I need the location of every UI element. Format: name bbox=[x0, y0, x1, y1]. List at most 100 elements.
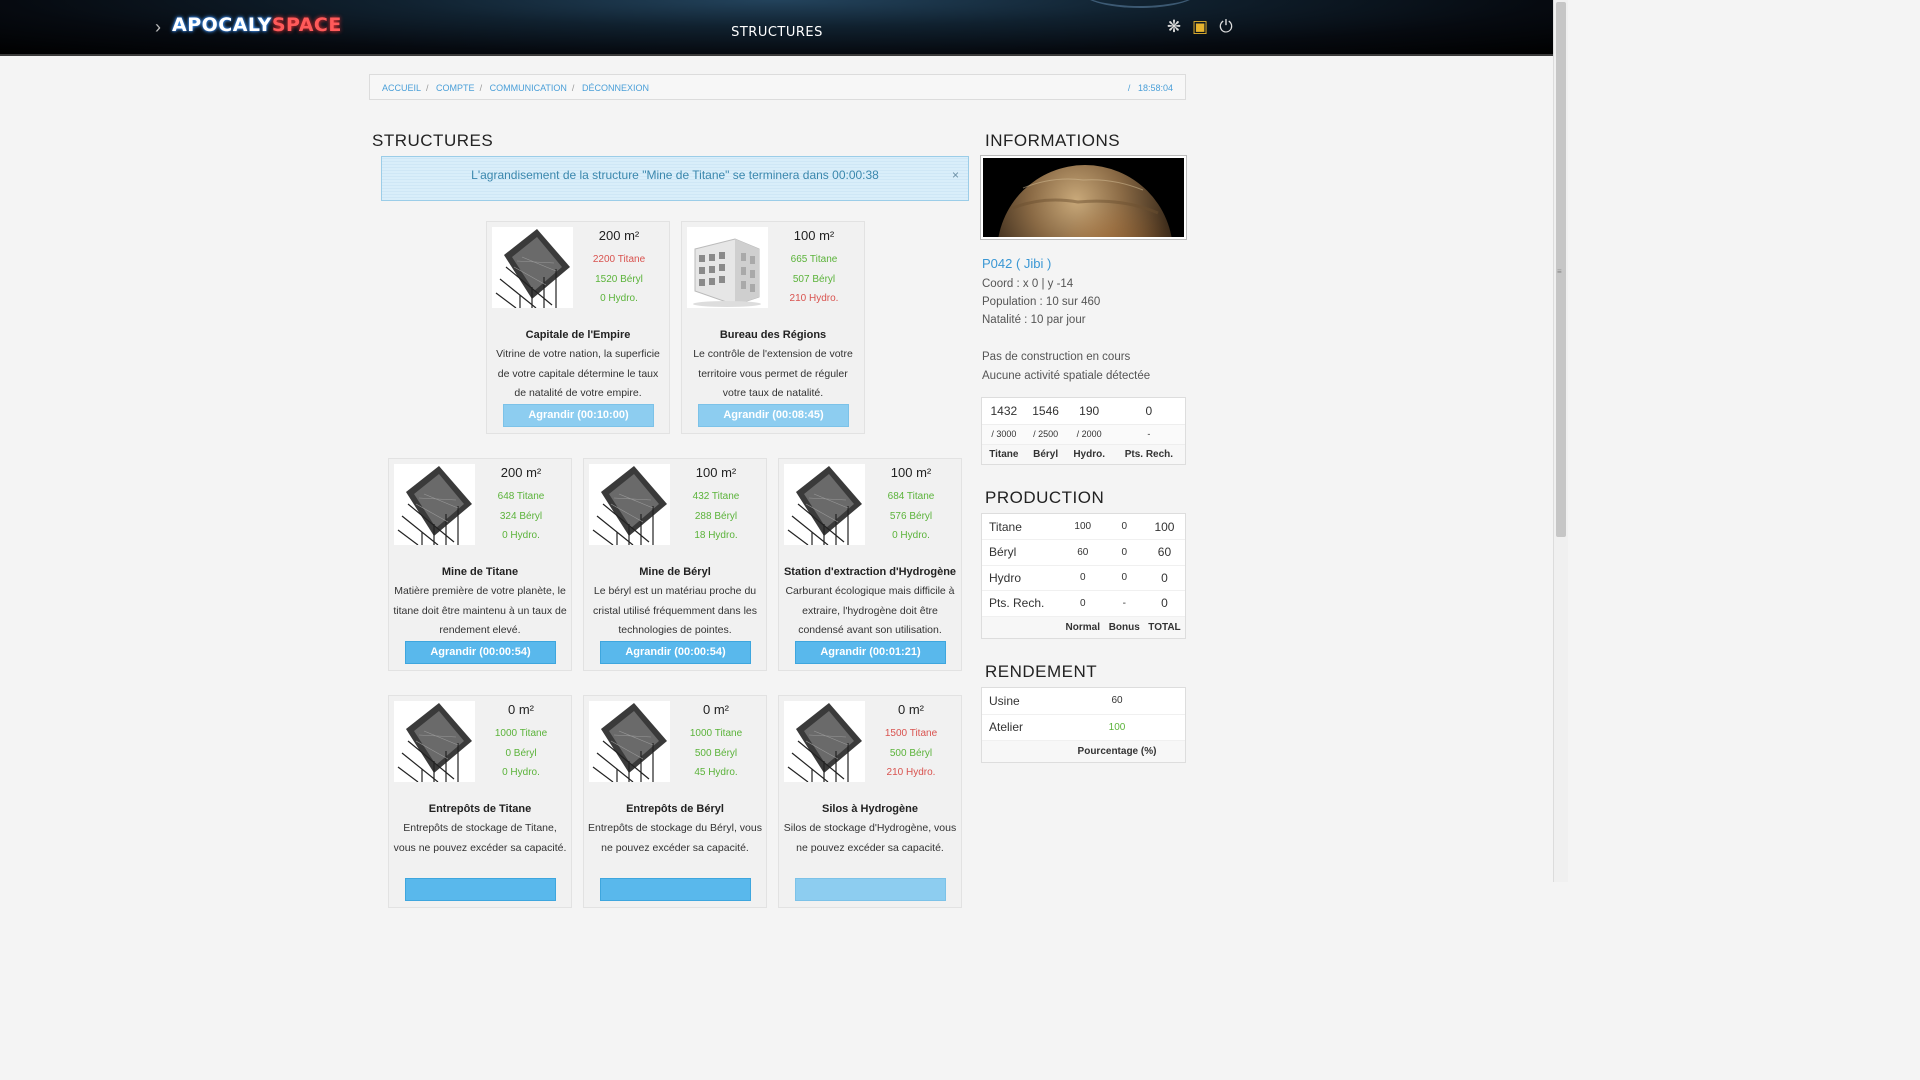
cost-item: 648 Titane bbox=[497, 491, 545, 502]
resources-table: 1432 1546 190 0 / 3000 / 2500 / 2000 - T… bbox=[981, 397, 1186, 465]
structure-card: 0 m² 1000 Titane 500 Béryl 45 Hydro. Entrepô… bbox=[583, 695, 767, 908]
close-icon[interactable]: × bbox=[952, 168, 959, 182]
resource-value: 1546 bbox=[1025, 398, 1066, 425]
structure-description: Silos de stockage d'Hydrogène, vous ne p… bbox=[783, 822, 957, 854]
structure-area: 100 m² bbox=[890, 465, 932, 480]
resource-value: 190 bbox=[1065, 398, 1113, 425]
structure-description: Matière première de votre planète, le ti… bbox=[393, 585, 567, 636]
structure-name: Station d'extraction d'Hydrogène bbox=[783, 566, 957, 578]
top-bar: › APOCALYSPACE STRUCTURES ❋ ▣ ⏻ bbox=[0, 0, 1553, 56]
planet-name[interactable]: P042 ( Jibi ) bbox=[982, 256, 1051, 271]
resource-max: - bbox=[1112, 424, 1185, 444]
table-row: Béryl 60 0 60 bbox=[982, 539, 1185, 566]
resource-label: Hydro. bbox=[1065, 443, 1113, 464]
resource-max: / 2000 bbox=[1065, 424, 1113, 444]
cost-item: 288 Béryl bbox=[694, 510, 738, 522]
structure-description: Carburant écologique mais difficile à ex… bbox=[785, 585, 955, 636]
structure-card: 0 m² 1000 Titane 0 Béryl 0 Hydro. Entrepôts … bbox=[388, 695, 572, 908]
structures-heading: STRUCTURES bbox=[372, 131, 494, 150]
structure-card: 0 m² 1500 Titane 500 Béryl 210 Hydro. Silos … bbox=[778, 695, 962, 908]
table-row: Pts. Rech. 0-0 bbox=[982, 590, 1185, 617]
cost-item: 665 Titane bbox=[790, 254, 838, 265]
structure-icon bbox=[492, 227, 573, 308]
breadcrumb-communication[interactable]: COMMUNICATION bbox=[490, 83, 567, 93]
upgrade-button[interactable]: Agrandir (00:00:54) bbox=[405, 641, 556, 664]
breadcrumb: ACCUEIL / COMPTE / COMMUNICATION / DÉCONNEX… bbox=[369, 74, 1186, 100]
structure-icon bbox=[784, 464, 865, 545]
structure-stats: 100 m² 665 Titane 507 Béryl 210 Hydro. bbox=[770, 228, 858, 309]
app-logo[interactable]: APOCALYSPACE bbox=[172, 14, 342, 36]
structure-name: Mine de Béryl bbox=[639, 566, 711, 578]
breadcrumb-accueil[interactable]: ACCUEIL bbox=[382, 83, 421, 93]
resource-label: Pts. Rech. bbox=[1112, 443, 1185, 464]
resource-value: 0 bbox=[1112, 398, 1185, 425]
structure-name: Mine de Titane bbox=[441, 566, 519, 578]
page-scrollbar[interactable]: ≡ bbox=[1553, 0, 1568, 882]
upgrade-button[interactable]: Agrandir (00:01:21) bbox=[795, 641, 946, 664]
cost-item: 500 Béryl bbox=[889, 747, 933, 759]
production-table: Titane 100 0 100 Béryl 60 0 60 Hydro 0 0 0 Pts. R… bbox=[981, 513, 1186, 639]
cost-item: 210 Hydro. bbox=[886, 767, 936, 778]
structure-area: 100 m² bbox=[793, 228, 835, 243]
activity-status: Aucune activité spatiale détectée bbox=[982, 370, 1151, 382]
cost-item: 507 Béryl bbox=[792, 273, 836, 285]
cost-item: 18 Hydro. bbox=[694, 530, 738, 541]
cost-item: 0 Hydro. bbox=[600, 293, 638, 304]
structure-stats: 200 m² 648 Titane 324 Béryl 0 Hydro. bbox=[477, 465, 565, 546]
structure-card: 200 m² 2200 Titane 1520 Béryl 0 Hydro. Capit… bbox=[486, 221, 670, 434]
table-row: Hydro 0 0 0 bbox=[982, 565, 1185, 591]
resource-max: / 3000 bbox=[982, 424, 1026, 444]
cost-item: 0 Hydro. bbox=[892, 530, 930, 541]
structure-stats: 0 m² 1000 Titane 500 Béryl 45 Hydro. bbox=[672, 702, 760, 783]
structure-stats: 100 m² 432 Titane 288 Béryl 18 Hydro. bbox=[672, 465, 760, 546]
scrollbar-grip: ≡ bbox=[1557, 267, 1562, 276]
structure-name: Entrepôts de Béryl bbox=[626, 803, 724, 815]
breadcrumb-compte[interactable]: COMPTE bbox=[436, 83, 475, 93]
production-heading: PRODUCTION bbox=[985, 488, 1105, 507]
upgrade-button[interactable] bbox=[795, 878, 946, 901]
table-row: Titane 100 0 100 bbox=[982, 514, 1185, 540]
structure-description: Entrepôts de stockage de Titane, vous ne… bbox=[393, 822, 567, 854]
informations-heading: INFORMATIONS bbox=[985, 131, 1121, 150]
table-row: Usine 60 bbox=[982, 688, 1185, 715]
structure-area: 0 m² bbox=[508, 702, 534, 717]
structure-stats: 100 m² 684 Titane 576 Béryl 0 Hydro. bbox=[867, 465, 955, 546]
cost-item: 2200 Titane bbox=[592, 254, 646, 265]
structure-area: 200 m² bbox=[598, 228, 640, 243]
header-icons: ❋ ▣ ⏻ bbox=[1164, 16, 1236, 38]
cost-item: 324 Béryl bbox=[499, 510, 543, 522]
chevron-right-icon[interactable]: › bbox=[155, 17, 161, 38]
coord-text: Coord : x 0 | y -14 bbox=[982, 278, 1074, 290]
page-title: STRUCTURES bbox=[731, 25, 823, 40]
breadcrumb-deconnexion[interactable]: DÉCONNEXION bbox=[582, 83, 649, 93]
settings-icon[interactable]: ❋ bbox=[1164, 16, 1184, 38]
upgrade-button[interactable]: Agrandir (00:00:54) bbox=[600, 641, 751, 664]
structure-description: Entrepôts de stockage du Béryl, vous ne … bbox=[588, 822, 762, 854]
structure-area: 100 m² bbox=[695, 465, 737, 480]
structure-stats: 0 m² 1000 Titane 0 Béryl 0 Hydro. bbox=[477, 702, 565, 783]
structure-card: 100 m² 684 Titane 576 Béryl 0 Hydro. Station… bbox=[778, 458, 962, 671]
upgrade-button[interactable] bbox=[600, 878, 751, 901]
structure-card: 200 m² 648 Titane 324 Béryl 0 Hydro. Mine de… bbox=[388, 458, 572, 671]
structure-area: 0 m² bbox=[703, 702, 729, 717]
structure-icon bbox=[589, 701, 670, 782]
rendement-table: Usine 60 Atelier 100 Pourcentage (%) bbox=[981, 687, 1186, 763]
upgrade-button[interactable] bbox=[405, 878, 556, 901]
upgrade-button[interactable]: Agrandir (00:08:45) bbox=[698, 404, 849, 427]
cost-item: 576 Béryl bbox=[889, 510, 933, 522]
cost-item: 1520 Béryl bbox=[595, 273, 643, 285]
clock: / 18:58:04 bbox=[1127, 83, 1173, 93]
power-icon[interactable]: ⏻ bbox=[1216, 16, 1236, 38]
structure-icon bbox=[784, 701, 865, 782]
cost-item: 1000 Titane bbox=[689, 728, 743, 739]
cost-item: 1500 Titane bbox=[884, 728, 938, 739]
gift-icon[interactable]: ▣ bbox=[1190, 16, 1210, 38]
table-header-row: Normal Bonus TOTAL bbox=[982, 616, 1185, 638]
building-icon bbox=[687, 227, 768, 308]
planet-arc-decoration bbox=[1080, 0, 1200, 8]
upgrade-button[interactable]: Agrandir (00:10:00) bbox=[503, 404, 654, 427]
structure-icon bbox=[394, 464, 475, 545]
structure-card: 100 m² 432 Titane 288 Béryl 18 Hydro. Mine d… bbox=[583, 458, 767, 671]
structure-icon bbox=[589, 464, 670, 545]
cost-item: 500 Béryl bbox=[694, 747, 738, 759]
